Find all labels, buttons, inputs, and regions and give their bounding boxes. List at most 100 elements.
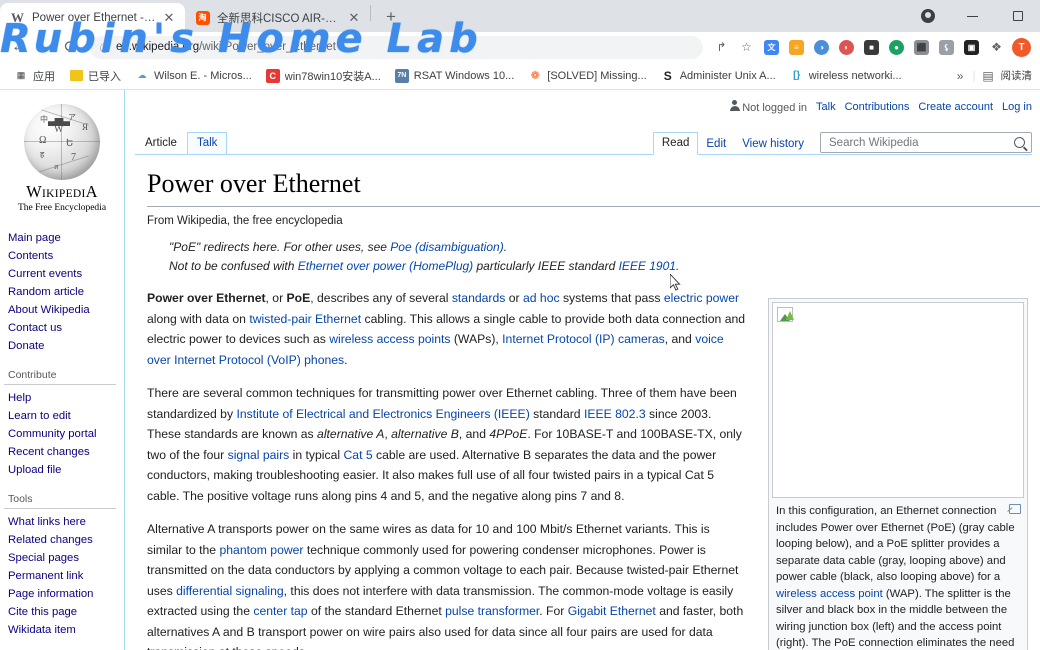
address-bar[interactable]: ⓘ en.wikipedia.org/wiki/Power_over_Ether… (90, 35, 703, 59)
sidebar-item-random-article[interactable]: Random article (4, 283, 124, 301)
search-icon[interactable] (1014, 137, 1025, 148)
close-icon[interactable]: ✕ (346, 10, 362, 26)
broken-image-icon (777, 307, 794, 322)
wikipedia-main: Not logged in Talk Contributions Create … (126, 90, 1040, 650)
link-ethernet-over-power[interactable]: Ethernet over power (HomePlug) (298, 259, 473, 273)
list-extension-icon[interactable]: ≡ (784, 35, 809, 60)
maximize-button[interactable] (995, 0, 1040, 32)
sidebar-heading-contribute: Contribute (4, 369, 116, 385)
sidebar-item-permanent-link[interactable]: Permanent link (4, 567, 124, 585)
link-ieee-1901[interactable]: IEEE 1901 (619, 259, 676, 273)
login-status: Not logged in (729, 100, 807, 114)
bookmark-wireless[interactable]: [} wireless networki... (784, 66, 908, 86)
share-icon[interactable]: ↱ (709, 35, 734, 60)
dark-extension-icon[interactable]: ■ (859, 35, 884, 60)
sidebar-item-donate[interactable]: Donate (4, 337, 124, 355)
bookmark-solved[interactable]: ❁ [SOLVED] Missing... (522, 66, 652, 86)
browser-tab-2[interactable]: 淘 全新思科CISCO AIR-PWRINJ5/ ✕ (185, 3, 370, 32)
sidebar-item-community-portal[interactable]: Community portal (4, 425, 124, 443)
new-tab-button[interactable]: + (377, 3, 405, 31)
bookmark-unix[interactable]: S Administer Unix A... (655, 66, 782, 86)
browser-tab-1[interactable]: W Power over Ethernet - Wikipe... ✕ (0, 3, 185, 32)
article-thumbnail: In this configuration, an Ethernet conne… (768, 298, 1028, 650)
url-host: en.wikipedia.org (116, 41, 200, 53)
browser-window: W Power over Ethernet - Wikipe... ✕ 淘 全新… (0, 0, 1040, 650)
user-link-create-account[interactable]: Create account (918, 101, 993, 113)
reading-list-icon[interactable]: ▤ (976, 63, 1001, 88)
avatar[interactable]: T (1009, 35, 1034, 60)
microsoft-icon: ☁ (137, 70, 147, 80)
red-circle-extension-icon[interactable]: ◐ (834, 35, 859, 60)
sidebar-tools-group: Tools What links here Related changes Sp… (0, 493, 124, 639)
window-controls (905, 0, 1040, 32)
sidebar-item-main-page[interactable]: Main page (4, 229, 124, 247)
bookmark-label: Administer Unix A... (679, 69, 776, 82)
bookmark-rsat[interactable]: 7N RSAT Windows 10... (389, 66, 520, 86)
search-box[interactable] (820, 132, 1032, 153)
bookmarks-overflow-icon[interactable]: » (948, 63, 973, 88)
forward-icon[interactable]: → (32, 34, 58, 60)
blue-circle-extension-icon[interactable]: ◑ (809, 35, 834, 60)
close-icon[interactable]: ✕ (161, 10, 177, 26)
tn-icon: 7N (394, 68, 409, 83)
user-link-talk[interactable]: Talk (816, 101, 836, 113)
folder-icon (69, 69, 83, 83)
sidebar-item-contact-us[interactable]: Contact us (4, 319, 124, 337)
puzzle-extensions-icon[interactable]: ❖ (984, 35, 1009, 60)
link-poe-disambiguation[interactable]: Poe (disambiguation) (390, 240, 503, 254)
magnify-icon[interactable] (1009, 504, 1021, 514)
page-title: Power over Ethernet (147, 168, 1040, 208)
sidebar-item-cite-this-page[interactable]: Cite this page (4, 603, 124, 621)
sidebar-item-current-events[interactable]: Current events (4, 265, 124, 283)
wikipedia-icon: W (11, 9, 24, 25)
sidebar-item-what-links-here[interactable]: What links here (4, 513, 124, 531)
thumbnail-image[interactable] (772, 302, 1024, 498)
hatnote-2: Not to be confused with Ethernet over po… (169, 259, 680, 274)
sidebar-item-help[interactable]: Help (4, 389, 124, 407)
namespace-tabs: Article Talk (135, 132, 228, 154)
bookmark-wilson[interactable]: ☁ Wilson E. - Micros... (129, 66, 258, 86)
bookmark-imported[interactable]: 已导入 (63, 65, 127, 87)
sidebar-navigation-group: Main page Contents Current events Random… (0, 229, 124, 355)
back-icon[interactable]: ← (6, 34, 32, 60)
user-link-contributions[interactable]: Contributions (845, 101, 910, 113)
tab-read[interactable]: Read (652, 132, 699, 155)
bookmark-win78[interactable]: C win78win10安装A... (260, 65, 387, 87)
wikipedia-logo[interactable]: 中 ア Я W Ω Ե ह 7 ส WIKIPEDIA The Free Enc (0, 98, 124, 215)
search-input[interactable] (827, 135, 1014, 150)
browser-tab-1-title: Power over Ethernet - Wikipe... (32, 11, 157, 24)
apps-icon: ▦ (16, 70, 26, 80)
translate-extension-icon[interactable]: 文 (759, 35, 784, 60)
bookmarks-bar-right: » | ▤ 阅读清 (948, 63, 1032, 88)
sidebar-item-special-pages[interactable]: Special pages (4, 549, 124, 567)
browser-toolbar: ← → ⟳ ⓘ en.wikipedia.org/wiki/Power_over… (0, 32, 1040, 62)
sidebar-item-page-information[interactable]: Page information (4, 585, 124, 603)
sidebar-item-upload-file[interactable]: Upload file (4, 461, 124, 479)
bookmark-label: Wilson E. - Micros... (154, 69, 252, 82)
sidebar-item-wikidata-item[interactable]: Wikidata item (4, 621, 124, 639)
hatnote-1: "PoE" redirects here. For other uses, se… (169, 240, 508, 255)
site-info-icon[interactable]: ⓘ (100, 40, 110, 55)
split-view-extension-icon[interactable]: ▣ (959, 35, 984, 60)
tab-talk[interactable]: Talk (186, 132, 228, 154)
shield-extension-icon[interactable]: ⚸ (934, 35, 959, 60)
wikipedia-wordmark: WIKIPEDIA (26, 182, 98, 201)
tab-article[interactable]: Article (135, 132, 187, 154)
tab-view-history[interactable]: View history (734, 134, 812, 155)
pdf-extension-icon[interactable]: ⬛ (909, 35, 934, 60)
browser-tab-2-title: 全新思科CISCO AIR-PWRINJ5/ (217, 12, 342, 25)
sidebar-item-contents[interactable]: Contents (4, 247, 124, 265)
reload-icon[interactable]: ⟳ (58, 34, 84, 60)
sidebar-item-related-changes[interactable]: Related changes (4, 531, 124, 549)
tab-edit[interactable]: Edit (698, 134, 734, 155)
user-link-log-in[interactable]: Log in (1002, 101, 1032, 113)
sidebar-item-recent-changes[interactable]: Recent changes (4, 443, 124, 461)
bookmark-star-icon[interactable]: ☆ (734, 35, 759, 60)
c-site-icon: C (265, 68, 280, 83)
minimize-button[interactable] (950, 0, 995, 32)
profile-icon[interactable] (905, 0, 950, 32)
sidebar-item-learn-to-edit[interactable]: Learn to edit (4, 407, 124, 425)
bookmark-apps[interactable]: ▦ 应用 (8, 65, 61, 87)
green-circle-extension-icon[interactable]: ● (884, 35, 909, 60)
sidebar-item-about[interactable]: About Wikipedia (4, 301, 124, 319)
